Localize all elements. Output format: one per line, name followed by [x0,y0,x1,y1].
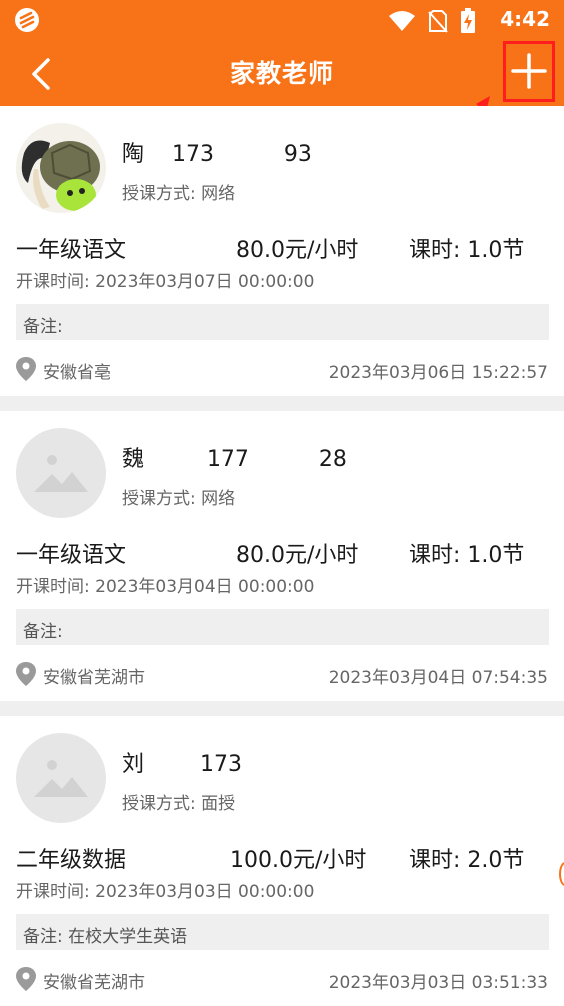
wifi-icon [388,10,416,36]
teacher-name-phone: 魏 177 28 [122,447,347,472]
annotation-highlight-box [503,41,555,102]
status-time: 4:42 [500,7,550,31]
teacher-post-card[interactable]: 魏 177 28 授课方式: 网络 一年级语文 80.0元/小时 课时: 1.0… [0,411,564,701]
edge-floating-handle[interactable] [559,862,564,886]
note-box: 备注: [16,304,549,340]
lesson-hours: 课时: 1.0节 [409,543,525,568]
subject: 一年级语文 [16,238,127,263]
address: 安徽省亳 [43,363,111,383]
hourly-price: 80.0元/小时 [236,543,359,568]
battery-charging-icon [460,8,476,38]
teaching-mode: 授课方式: 网络 [122,184,236,204]
teaching-mode: 授课方式: 面授 [122,794,236,814]
posted-time: 2023年03月03日 03:51:33 [328,973,548,993]
teacher-name-phone: 刘 173 [122,752,242,777]
image-placeholder-icon [16,428,106,518]
subject: 二年级数据 [16,848,127,873]
teacher-post-card[interactable]: 刘 173 授课方式: 面授 二年级数据 100.0元/小时 课时: 2.0节 … [0,716,564,1006]
note-box: 备注: 在校大学生英语 [16,914,549,950]
hourly-price: 100.0元/小时 [230,848,367,873]
start-time: 开课时间: 2023年03月03日 00:00:00 [16,882,315,902]
posted-time: 2023年03月06日 15:22:57 [328,363,548,383]
posted-time: 2023年03月04日 07:54:35 [328,668,548,688]
location-pin-icon [15,356,37,386]
lesson-hours: 课时: 2.0节 [409,848,525,873]
subject: 一年级语文 [16,543,127,568]
address: 安徽省芜湖市 [43,668,145,688]
location-pin-icon [15,966,37,996]
address: 安徽省芜湖市 [43,973,145,993]
status-bar: 4:42 [0,0,564,40]
teaching-mode: 授课方式: 网络 [122,489,236,509]
teacher-post-card[interactable]: 陶 173 93 授课方式: 网络 一年级语文 80.0元/小时 课时: 1.0… [0,106,564,396]
teacher-name-phone: 陶 173 93 [122,142,312,167]
app-logo-icon [14,7,40,37]
hourly-price: 80.0元/小时 [236,238,359,263]
image-placeholder-icon [16,733,106,823]
note-box: 备注: [16,609,549,645]
lesson-hours: 课时: 1.0节 [409,238,525,263]
location-pin-icon [15,661,37,691]
no-sim-icon [428,9,448,37]
page-title: 家教老师 [229,59,334,88]
start-time: 开课时间: 2023年03月07日 00:00:00 [16,272,315,292]
turtle-cartoon-avatar [16,123,106,213]
start-time: 开课时间: 2023年03月04日 00:00:00 [16,577,315,597]
